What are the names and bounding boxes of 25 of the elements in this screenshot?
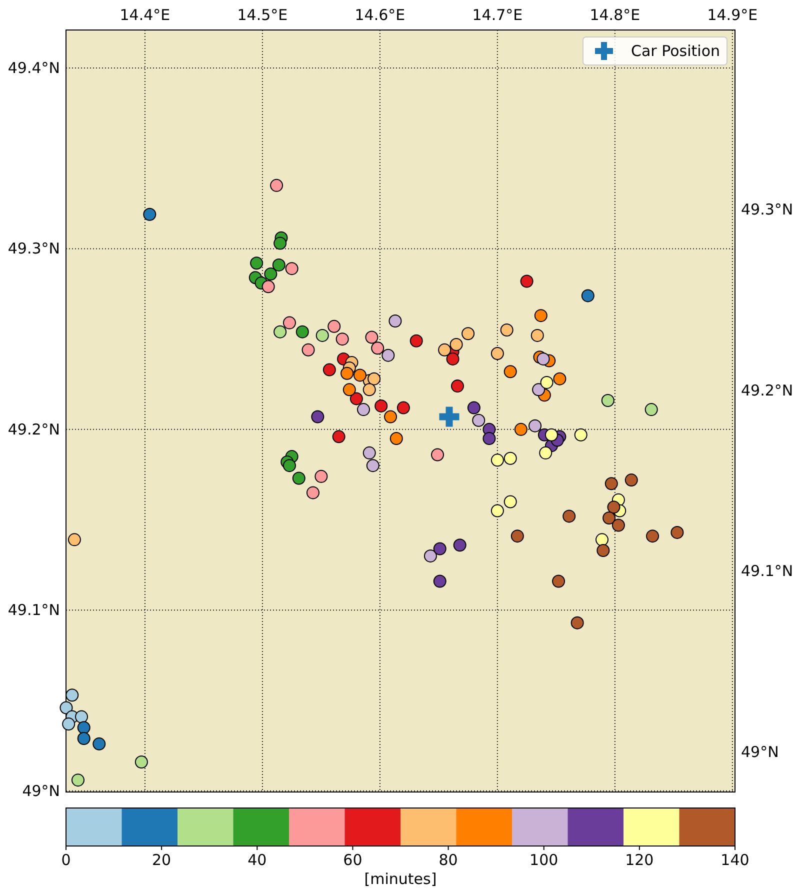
legend-label: Car Position [631,42,720,60]
axis-tick-label: 49.3°N [8,240,60,258]
colorbar-tick-label: 0 [61,851,71,869]
axis-tick-label: 49.1°N [741,562,794,580]
axis-tick-label: 49°N [22,782,60,800]
axis-tick-label: 49.4°N [8,58,60,77]
colorbar-tick-label: 60 [343,851,362,869]
colorbar-tick-label: 100 [530,851,558,869]
colorbar-tick-label: 20 [152,851,172,869]
axis-tick-label: 14.5°E [237,6,288,24]
axis-tick-label: 14.6°E [354,6,406,24]
axis-tick-label: 14.7°E [472,6,523,24]
axis-tick-label: 49.3°N [741,200,794,219]
axis-tick-label: 14.9°E [707,6,758,24]
colorbar-tick-label: 120 [625,851,654,869]
axis-tick-label: 49.2°N [8,420,60,438]
axis-tick-label: 49°N [741,742,779,761]
colorbar-tick-label: 140 [720,851,750,869]
axis-tick-label: 14.8°E [590,6,640,24]
colorbar-tick-label: 40 [248,851,267,869]
axis-tick-label: 14.4°E [120,6,170,24]
axis-tick-label: 49.2°N [741,381,794,400]
colorbar-tick-label: 80 [438,851,458,869]
axis-tick-label: 49.1°N [8,601,60,620]
colorbar-label: [minutes] [364,870,437,888]
